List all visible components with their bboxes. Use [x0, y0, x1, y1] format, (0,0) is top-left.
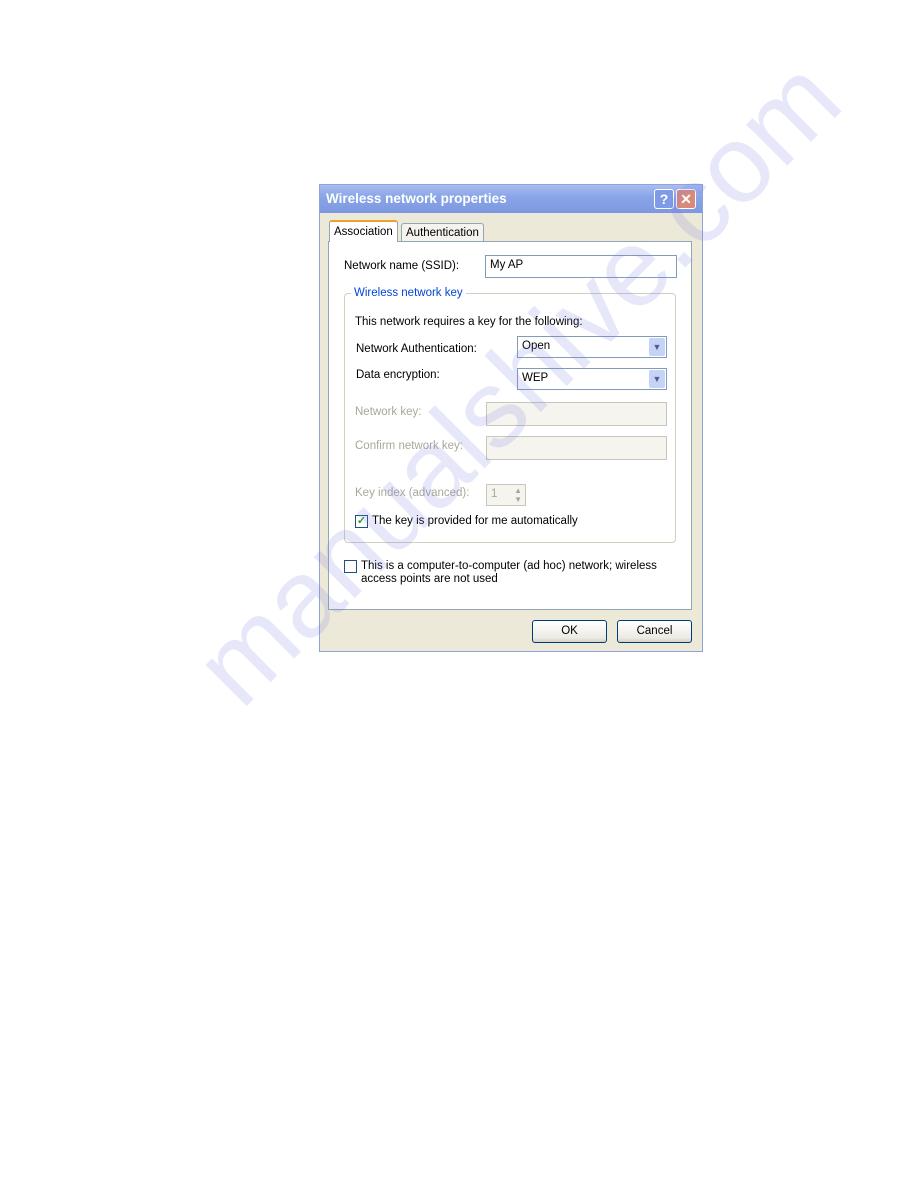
chevron-down-icon[interactable]: ▼ — [649, 370, 665, 388]
ssid-label: Network name (SSID): — [344, 260, 460, 272]
key-index-label: Key index (advanced): — [355, 487, 470, 499]
tab-panel: Network name (SSID): My AP Wireless netw… — [328, 241, 692, 610]
auth-label: Network Authentication: — [356, 343, 477, 355]
network-authentication-select[interactable]: Open ▼ — [517, 336, 667, 358]
dialog-title: Wireless network properties — [326, 191, 507, 206]
auto-key-label: The key is provided for me automatically — [372, 515, 578, 527]
title-bar[interactable]: Wireless network properties ? ✕ — [320, 185, 702, 213]
wireless-network-properties-dialog: Wireless network properties ? ✕ Associat… — [319, 184, 703, 652]
requires-text: This network requires a key for the foll… — [355, 316, 583, 328]
adhoc-label-line2: access points are not used — [361, 573, 498, 585]
help-icon[interactable]: ? — [654, 189, 674, 209]
key-index-value: 1 — [491, 488, 498, 500]
ok-button[interactable]: OK — [532, 620, 607, 643]
confirm-key-label: Confirm network key: — [355, 440, 464, 452]
close-icon[interactable]: ✕ — [676, 189, 696, 209]
key-index-stepper[interactable]: 1 ▲ ▼ — [486, 484, 526, 506]
group-label: Wireless network key — [351, 287, 466, 299]
adhoc-label-line1: This is a computer-to-computer (ad hoc) … — [361, 560, 657, 572]
confirm-key-input[interactable] — [486, 436, 667, 460]
ssid-input[interactable]: My AP — [485, 255, 677, 278]
enc-value: WEP — [522, 372, 549, 384]
adhoc-checkbox[interactable] — [344, 560, 357, 573]
auth-value: Open — [522, 340, 551, 352]
auto-key-checkbox[interactable]: ✓ — [355, 515, 368, 528]
data-encryption-select[interactable]: WEP ▼ — [517, 368, 667, 390]
tab-association[interactable]: Association — [329, 220, 398, 242]
spinner-arrows-icon[interactable]: ▲ ▼ — [514, 486, 522, 504]
network-key-input[interactable] — [486, 402, 667, 426]
tab-authentication[interactable]: Authentication — [401, 223, 484, 243]
cancel-button[interactable]: Cancel — [617, 620, 692, 643]
network-key-label: Network key: — [355, 406, 422, 418]
chevron-down-icon[interactable]: ▼ — [649, 338, 665, 356]
enc-label: Data encryption: — [356, 369, 440, 381]
